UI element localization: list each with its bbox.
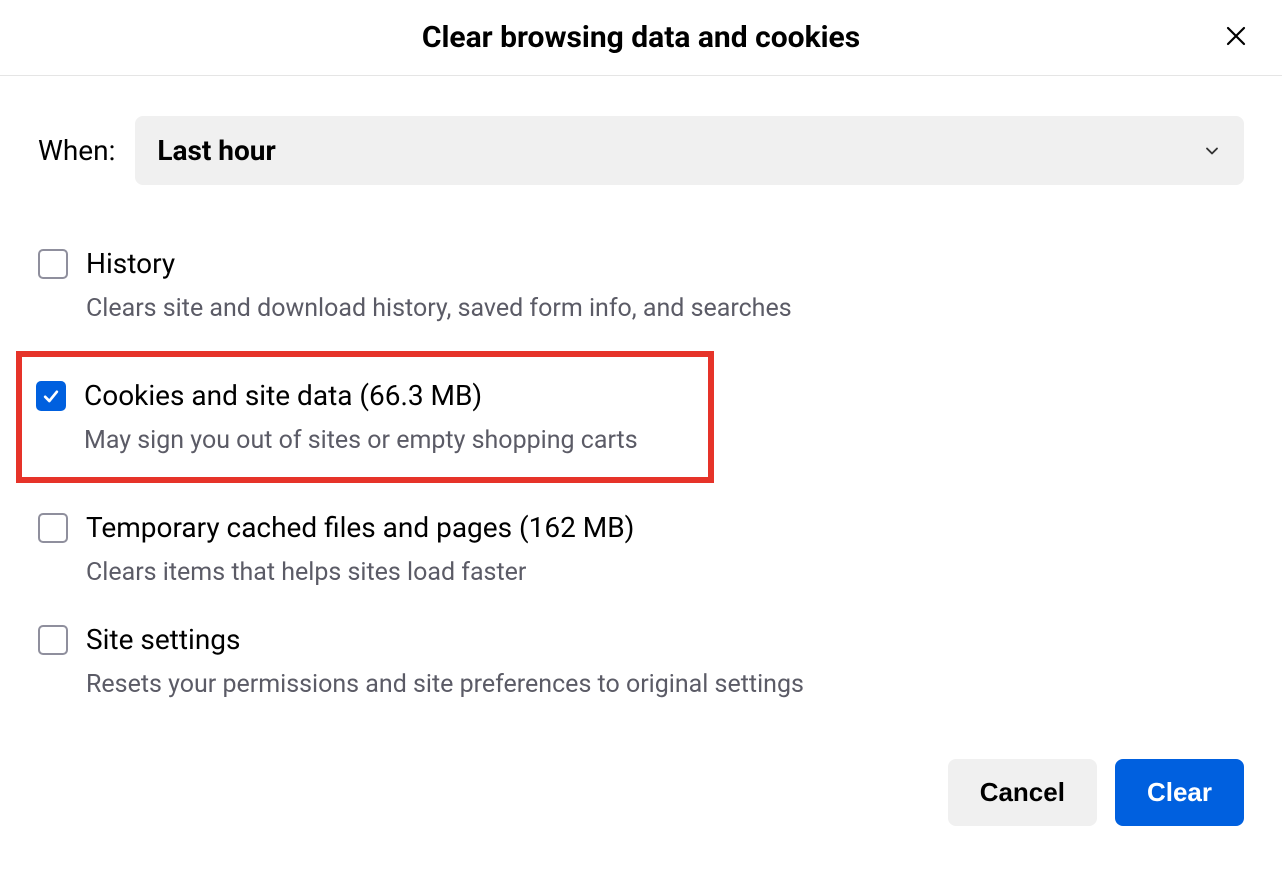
cancel-button[interactable]: Cancel bbox=[948, 759, 1097, 826]
checkbox-site-settings[interactable] bbox=[38, 625, 68, 655]
option-desc: Clears site and download history, saved … bbox=[86, 294, 1244, 323]
clear-button[interactable]: Clear bbox=[1115, 759, 1244, 826]
close-icon bbox=[1224, 24, 1248, 51]
checkbox-cache[interactable] bbox=[38, 513, 68, 543]
dialog-title: Clear browsing data and cookies bbox=[422, 20, 860, 55]
option-site-settings: Site settings Resets your permissions an… bbox=[38, 605, 1244, 717]
dialog-footer: Cancel Clear bbox=[0, 747, 1282, 846]
option-desc: Clears items that helps sites load faste… bbox=[86, 558, 1244, 587]
option-title: History bbox=[86, 247, 1244, 280]
option-text: Cookies and site data (66.3 MB) May sign… bbox=[84, 379, 694, 455]
time-range-row: When: Last hour bbox=[38, 116, 1244, 185]
option-title: Cookies and site data (66.3 MB) bbox=[84, 379, 694, 412]
checkbox-history[interactable] bbox=[38, 249, 68, 279]
chevron-down-icon bbox=[1202, 141, 1222, 161]
checkbox-cookies[interactable] bbox=[36, 381, 66, 411]
option-text: Temporary cached files and pages (162 MB… bbox=[86, 511, 1244, 587]
option-desc: May sign you out of sites or empty shopp… bbox=[84, 426, 694, 455]
dialog-content: When: Last hour History Clears site and … bbox=[0, 76, 1282, 747]
time-range-dropdown[interactable]: Last hour bbox=[135, 116, 1244, 185]
option-text: Site settings Resets your permissions an… bbox=[86, 623, 1244, 699]
option-text: History Clears site and download history… bbox=[86, 247, 1244, 323]
time-range-label: When: bbox=[38, 134, 115, 167]
option-cache: Temporary cached files and pages (162 MB… bbox=[38, 493, 1244, 605]
option-cookies: Cookies and site data (66.3 MB) May sign… bbox=[16, 351, 714, 483]
option-title: Site settings bbox=[86, 623, 1244, 656]
time-range-value: Last hour bbox=[157, 134, 275, 167]
option-history: History Clears site and download history… bbox=[38, 229, 1244, 341]
close-button[interactable] bbox=[1218, 20, 1254, 56]
options-list: History Clears site and download history… bbox=[38, 229, 1244, 717]
option-title: Temporary cached files and pages (162 MB… bbox=[86, 511, 1244, 544]
option-desc: Resets your permissions and site prefere… bbox=[86, 670, 1244, 699]
dialog-header: Clear browsing data and cookies bbox=[0, 0, 1282, 76]
